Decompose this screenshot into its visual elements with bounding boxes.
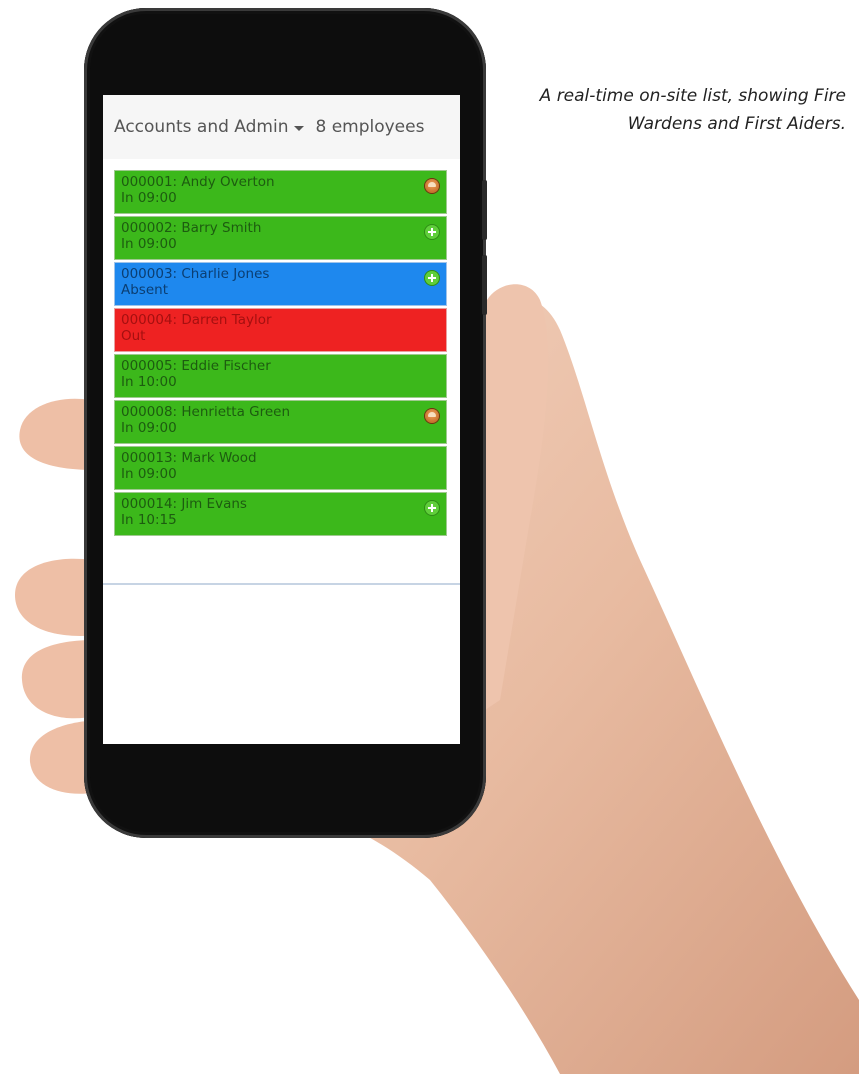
employee-row[interactable]: 000014: Jim Evans In 10:15 bbox=[114, 492, 447, 536]
phone-screen: Accounts and Admin 8 employees 000001: A… bbox=[103, 95, 460, 744]
employee-status: In 10:00 bbox=[121, 374, 177, 390]
employee-status: In 10:15 bbox=[121, 512, 177, 528]
employee-name: 000014: Jim Evans bbox=[121, 496, 247, 512]
fire-warden-icon bbox=[425, 409, 439, 423]
phone-side-button bbox=[482, 180, 487, 240]
caption: A real-time on-site list, showing Fire W… bbox=[539, 86, 846, 134]
employee-name: 000005: Eddie Fischer bbox=[121, 358, 271, 374]
department-dropdown[interactable]: Accounts and Admin bbox=[114, 117, 305, 137]
employee-name: 000008: Henrietta Green bbox=[121, 404, 291, 420]
first-aid-icon bbox=[425, 271, 439, 285]
divider bbox=[103, 583, 460, 585]
department-label: Accounts and Admin bbox=[114, 117, 289, 137]
employee-row[interactable]: 000005: Eddie Fischer In 10:00 bbox=[114, 354, 447, 398]
employee-row[interactable]: 000002: Barry Smith In 09:00 bbox=[114, 216, 447, 260]
employee-row[interactable]: 000003: Charlie Jones Absent bbox=[114, 262, 447, 306]
employee-status: Absent bbox=[121, 282, 168, 298]
employee-status: In 09:00 bbox=[121, 190, 177, 206]
employee-row[interactable]: 000008: Henrietta Green In 09:00 bbox=[114, 400, 447, 444]
first-aid-icon bbox=[425, 501, 439, 515]
first-aid-icon bbox=[425, 225, 439, 239]
employee-name: 000002: Barry Smith bbox=[121, 220, 262, 236]
employee-name: 000001: Andy Overton bbox=[121, 174, 275, 190]
phone-side-button bbox=[482, 255, 487, 315]
employee-row[interactable]: 000004: Darren Taylor Out bbox=[114, 308, 447, 352]
employee-status: In 09:00 bbox=[121, 236, 177, 252]
employee-list: 000001: Andy Overton In 09:00 000002: Barr… bbox=[114, 170, 447, 536]
employee-name: 000013: Mark Wood bbox=[121, 450, 257, 466]
list-header: Accounts and Admin 8 employees bbox=[103, 95, 460, 159]
employee-row[interactable]: 000001: Andy Overton In 09:00 bbox=[114, 170, 447, 214]
employee-count: 8 employees bbox=[315, 117, 425, 137]
caret-down-icon bbox=[294, 125, 305, 131]
employee-name: 000004: Darren Taylor bbox=[121, 312, 272, 328]
employee-status: In 09:00 bbox=[121, 466, 177, 482]
employee-name: 000003: Charlie Jones bbox=[121, 266, 270, 282]
employee-row[interactable]: 000013: Mark Wood In 09:00 bbox=[114, 446, 447, 490]
fire-warden-icon bbox=[425, 179, 439, 193]
employee-status: Out bbox=[121, 328, 146, 344]
employee-status: In 09:00 bbox=[121, 420, 177, 436]
